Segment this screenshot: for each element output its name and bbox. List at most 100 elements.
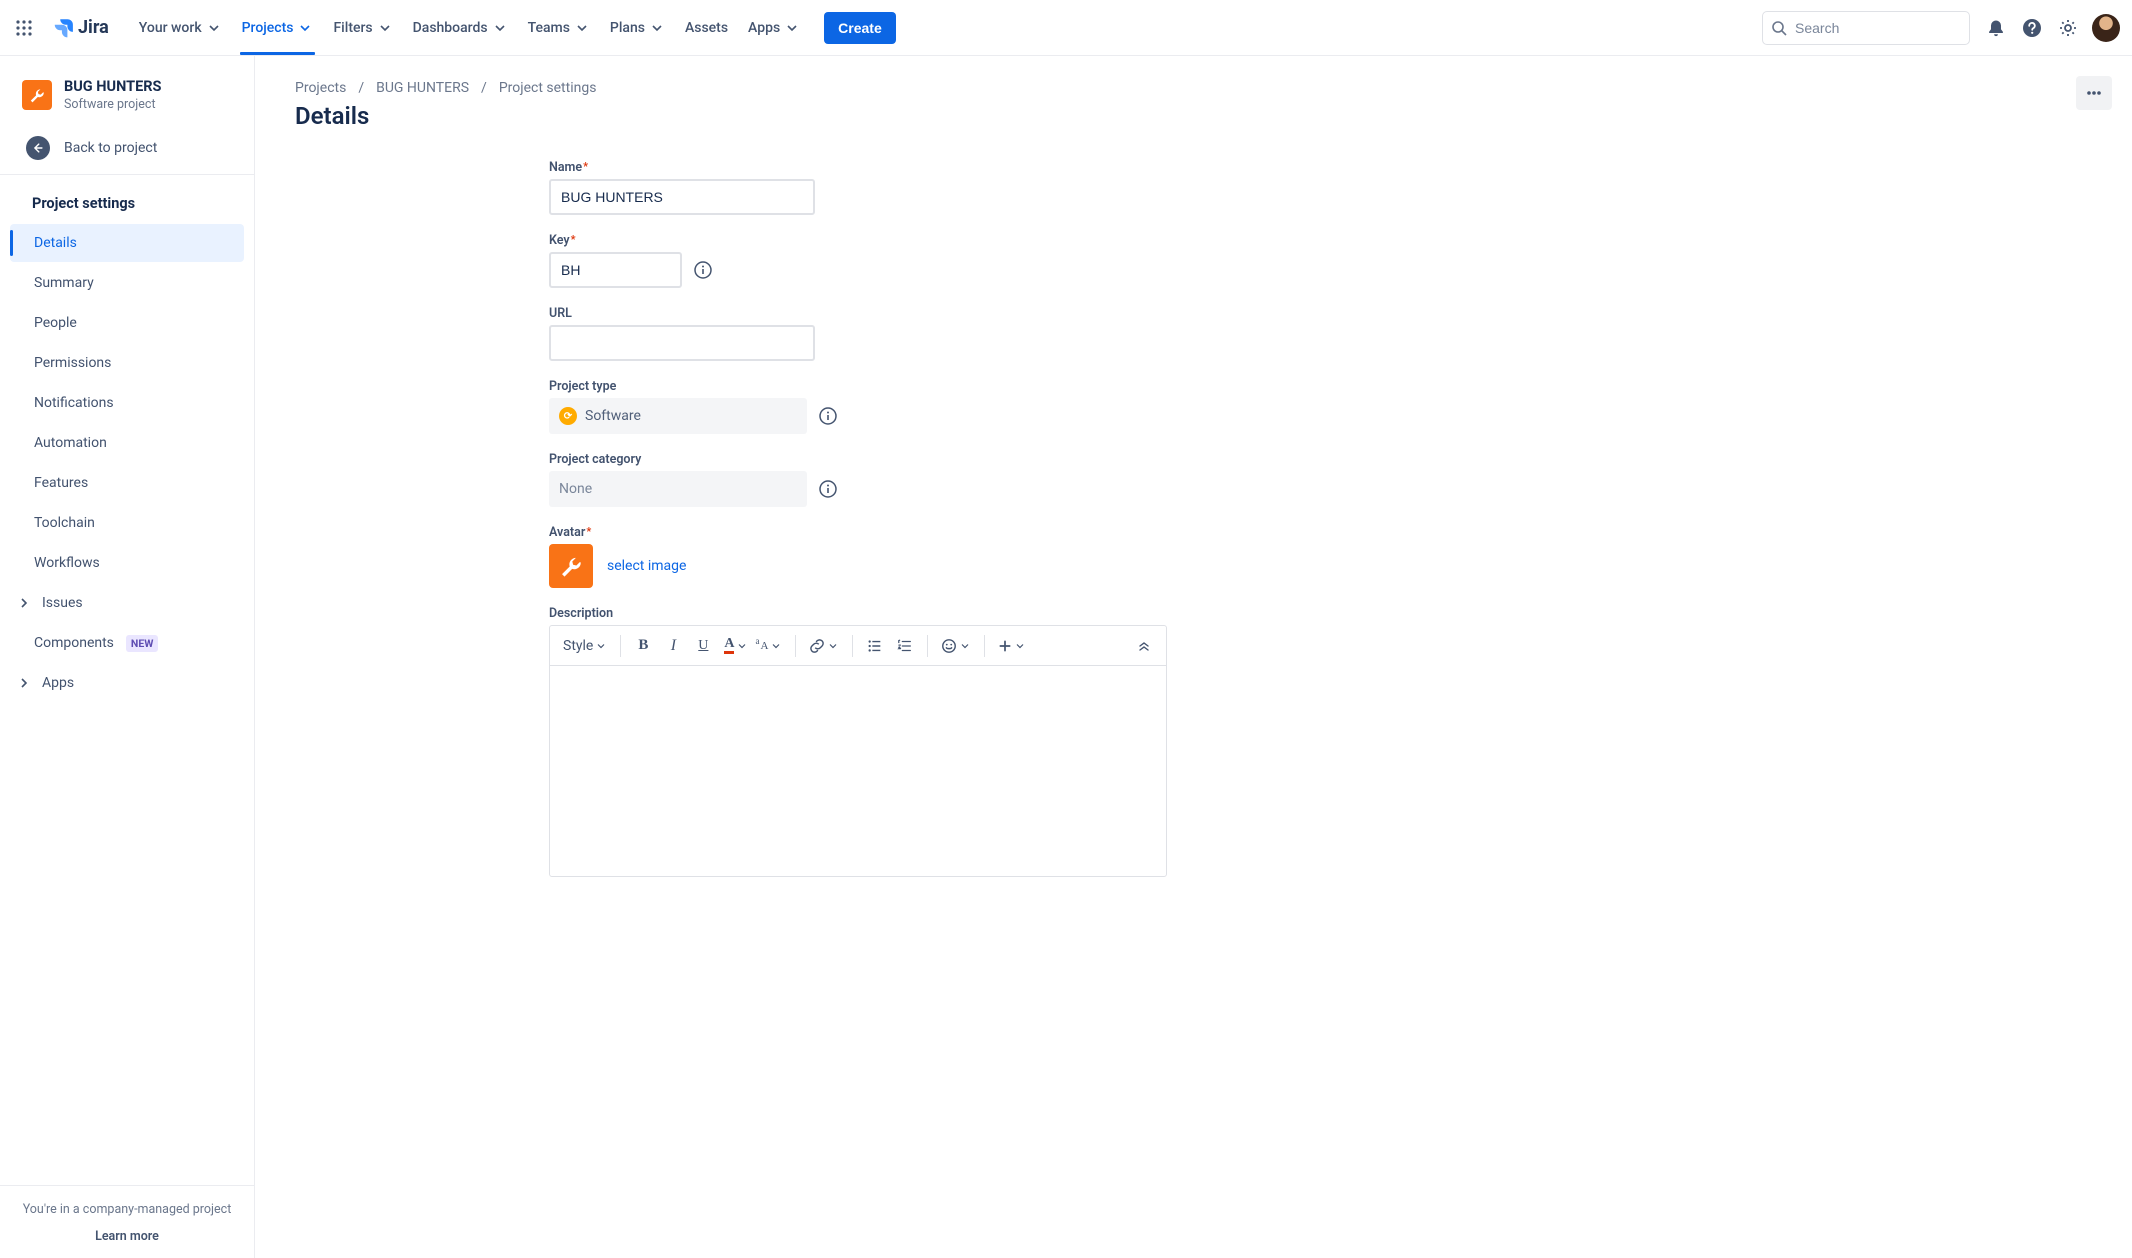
nav-item-label: Projects xyxy=(242,20,294,36)
rte-link-button[interactable] xyxy=(804,632,844,660)
rte-more-formatting-button[interactable]: A xyxy=(755,632,787,660)
chevron-right-icon xyxy=(16,675,32,691)
sidebar-item-notifications[interactable]: Notifications xyxy=(10,384,244,422)
sidebar-item-permissions[interactable]: Permissions xyxy=(10,344,244,382)
project-header: BUG HUNTERS Software project xyxy=(0,56,254,122)
rte-insert-button[interactable] xyxy=(993,632,1031,660)
sidebar-item-details[interactable]: Details xyxy=(10,224,244,262)
nav-item-apps[interactable]: Apps xyxy=(738,0,810,55)
description-textarea[interactable] xyxy=(550,666,1166,876)
key-info-icon[interactable] xyxy=(694,261,712,279)
sidebar-item-toolchain[interactable]: Toolchain xyxy=(10,504,244,542)
sidebar-item-label: Automation xyxy=(34,435,107,451)
chevron-down-icon xyxy=(492,20,508,36)
project-type-label: Project type xyxy=(549,379,1189,394)
sidebar-item-label: Features xyxy=(34,475,88,491)
chevron-down-icon xyxy=(377,20,393,36)
key-input[interactable] xyxy=(549,252,682,288)
nav-item-label: Assets xyxy=(685,20,728,36)
project-category-value[interactable]: None xyxy=(549,471,807,507)
create-button[interactable]: Create xyxy=(824,12,896,44)
nav-item-projects[interactable]: Projects xyxy=(232,0,324,55)
user-avatar[interactable] xyxy=(2092,14,2120,42)
sidebar-item-label: Issues xyxy=(42,595,83,611)
sidebar-item-features[interactable]: Features xyxy=(10,464,244,502)
chevron-down-icon xyxy=(784,20,800,36)
help-icon[interactable] xyxy=(2016,12,2048,44)
back-label: Back to project xyxy=(64,140,157,156)
project-category-info-icon[interactable] xyxy=(819,480,837,498)
nav-item-label: Dashboards xyxy=(413,20,488,36)
nav-item-label: Teams xyxy=(528,20,570,36)
software-type-icon: ⟳ xyxy=(559,407,577,425)
nav-item-plans[interactable]: Plans xyxy=(600,0,675,55)
rte-text-color-button[interactable]: A xyxy=(719,632,753,660)
sidebar-item-label: Permissions xyxy=(34,355,111,371)
project-avatar-icon xyxy=(22,80,52,110)
sidebar-item-label: Summary xyxy=(34,275,94,291)
name-input[interactable] xyxy=(549,179,815,215)
rte-toolbar: Style B I U A A xyxy=(550,626,1166,666)
nav-item-dashboards[interactable]: Dashboards xyxy=(403,0,518,55)
back-to-project-button[interactable]: Back to project xyxy=(0,122,254,174)
select-image-link[interactable]: select image xyxy=(607,558,686,574)
sidebar-item-people[interactable]: People xyxy=(10,304,244,342)
sidebar-item-issues[interactable]: Issues xyxy=(10,584,244,622)
rte-bullet-list-button[interactable] xyxy=(861,632,889,660)
chevron-down-icon xyxy=(297,20,313,36)
product-name: Jira xyxy=(78,17,109,38)
url-input[interactable] xyxy=(549,325,815,361)
crumb-project[interactable]: BUG HUNTERS xyxy=(376,80,469,96)
nav-item-teams[interactable]: Teams xyxy=(518,0,600,55)
new-badge: NEW xyxy=(126,635,159,652)
rte-collapse-icon[interactable] xyxy=(1130,632,1158,660)
project-type-info-icon[interactable] xyxy=(819,407,837,425)
name-label: Name* xyxy=(549,160,1189,175)
settings-icon[interactable] xyxy=(2052,12,2084,44)
sidebar: BUG HUNTERS Software project Back to pro… xyxy=(0,56,255,1258)
crumb-projects[interactable]: Projects xyxy=(295,80,346,96)
sidebar-scroll[interactable]: Project settings Details Summary People Per… xyxy=(0,174,254,1185)
sidebar-item-components[interactable]: Components NEW xyxy=(10,624,244,662)
app-switcher-icon[interactable] xyxy=(8,12,40,44)
sidebar-item-label: Details xyxy=(34,235,77,251)
rte-underline-button[interactable]: U xyxy=(689,632,717,660)
sidebar-item-apps[interactable]: Apps xyxy=(10,664,244,702)
project-type-value: ⟳ Software xyxy=(549,398,807,434)
chevron-down-icon xyxy=(574,20,590,36)
sidebar-item-summary[interactable]: Summary xyxy=(10,264,244,302)
sidebar-item-automation[interactable]: Automation xyxy=(10,424,244,462)
sidebar-heading: Project settings xyxy=(0,185,254,222)
learn-more-link[interactable]: Learn more xyxy=(95,1229,159,1244)
sidebar-footer-text: You're in a company-managed project xyxy=(12,1202,242,1217)
nav-item-assets[interactable]: Assets xyxy=(675,0,738,55)
main-content: Projects / BUG HUNTERS / Project setting… xyxy=(255,56,2132,1258)
nav-item-label: Your work xyxy=(139,20,202,36)
sidebar-item-workflows[interactable]: Workflows xyxy=(10,544,244,582)
nav-item-filters[interactable]: Filters xyxy=(323,0,402,55)
project-category-label: Project category xyxy=(549,452,1189,467)
notifications-icon[interactable] xyxy=(1980,12,2012,44)
rte-emoji-button[interactable] xyxy=(936,632,976,660)
rte-style-dropdown[interactable]: Style xyxy=(558,632,612,660)
rte-bold-button[interactable]: B xyxy=(629,632,657,660)
rte-italic-button[interactable]: I xyxy=(659,632,687,660)
breadcrumb-sep: / xyxy=(481,80,487,96)
sidebar-item-label: Workflows xyxy=(34,555,100,571)
primary-nav: Your work Projects Filters Dashboards Teams P… xyxy=(129,0,810,55)
back-arrow-icon xyxy=(26,136,50,160)
url-label: URL xyxy=(549,306,1189,321)
description-label: Description xyxy=(549,606,1189,621)
rte-numbered-list-button[interactable] xyxy=(891,632,919,660)
breadcrumb: Projects / BUG HUNTERS / Project setting… xyxy=(295,80,2092,96)
search-wrap xyxy=(1762,11,1970,45)
jira-logo[interactable]: Jira xyxy=(44,17,117,39)
crumb-section[interactable]: Project settings xyxy=(499,80,597,96)
project-name: BUG HUNTERS xyxy=(64,78,161,95)
nav-item-your-work[interactable]: Your work xyxy=(129,0,232,55)
avatar-preview xyxy=(549,544,593,588)
search-input[interactable] xyxy=(1762,11,1970,45)
sidebar-item-label: People xyxy=(34,315,77,331)
more-actions-button[interactable] xyxy=(2076,76,2112,110)
sidebar-item-label: Components xyxy=(34,635,114,651)
